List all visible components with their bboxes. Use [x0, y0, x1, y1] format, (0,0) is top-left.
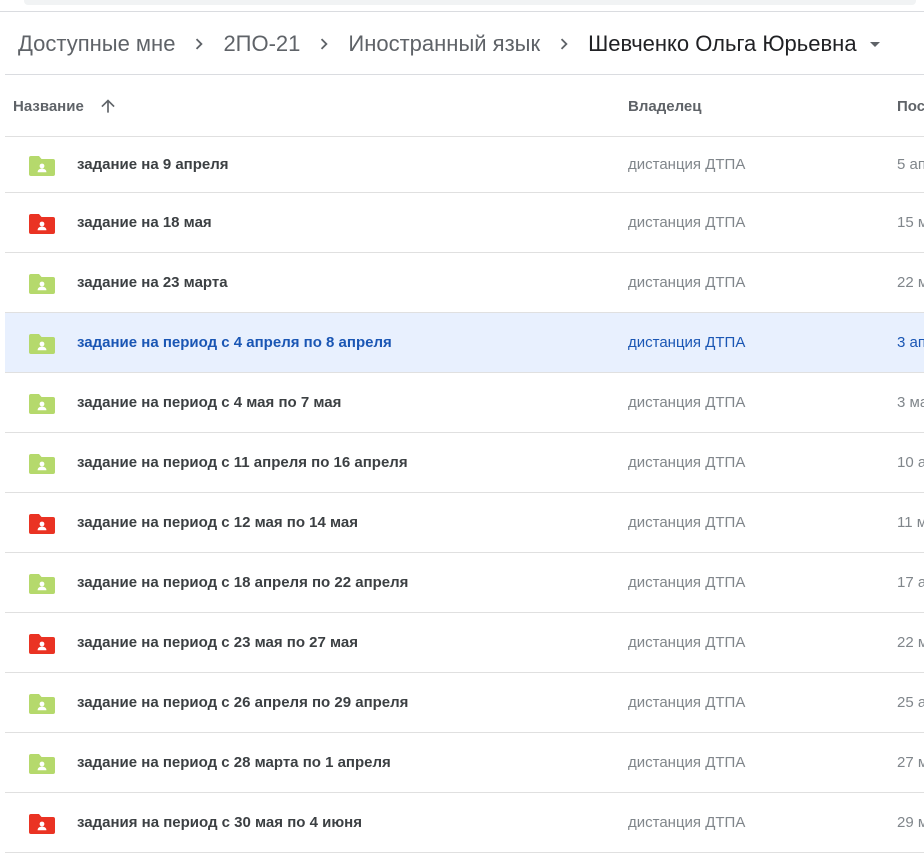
shared-folder-icon: [29, 753, 55, 774]
shared-folder-icon: [29, 573, 55, 594]
column-header-name-label: Название: [13, 97, 84, 115]
file-modified-date: 3 ма: [897, 394, 924, 411]
file-owner: дистанция ДТПА: [628, 754, 746, 771]
breadcrumb-item-shared-with-me[interactable]: Доступные мне: [18, 27, 175, 61]
shared-folder-icon: [29, 513, 55, 534]
shared-folder-icon: [29, 333, 55, 354]
column-header-modified[interactable]: Пос: [897, 75, 924, 137]
shared-folder-icon: [29, 273, 55, 294]
file-modified-date: 10 а: [897, 454, 924, 471]
file-modified-date: 29 м: [897, 814, 924, 831]
file-modified-date: 15 м: [897, 214, 924, 231]
table-row[interactable]: задание на период с 11 апреля по 16 апре…: [5, 433, 924, 493]
file-modified-date: 17 а: [897, 574, 924, 591]
file-name[interactable]: задание на период с 18 апреля по 22 апре…: [77, 553, 408, 612]
file-modified-date: 11 м: [897, 514, 924, 531]
file-owner: дистанция ДТПА: [628, 334, 746, 351]
top-search-strip: [0, 0, 924, 12]
file-owner: дистанция ДТПА: [628, 634, 746, 651]
table-row[interactable]: задание на период с 26 апреля по 29 апре…: [5, 673, 924, 733]
table-row[interactable]: задания на период с 30 мая по 4 июня дист…: [5, 793, 924, 853]
breadcrumb-item-group[interactable]: 2ПО-21: [223, 27, 300, 61]
shared-folder-icon: [29, 155, 55, 176]
table-row[interactable]: задание на 23 марта дистанция ДТПА 22 м: [5, 253, 924, 313]
file-owner: дистанция ДТПА: [628, 214, 746, 231]
file-name[interactable]: задание на период с 26 апреля по 29 апре…: [77, 673, 408, 732]
file-modified-date: 22 м: [897, 634, 924, 651]
file-modified-date: 27 м: [897, 754, 924, 771]
file-modified-date: 5 ап: [897, 156, 924, 173]
file-name[interactable]: задания на период с 30 мая по 4 июня: [77, 793, 362, 852]
file-owner: дистанция ДТПА: [628, 274, 746, 291]
column-header-name[interactable]: Название: [13, 75, 118, 137]
shared-folder-icon: [29, 213, 55, 234]
column-header-owner[interactable]: Владелец: [628, 75, 701, 137]
file-list: задание на 9 апреля дистанция ДТПА 5 ап зад…: [5, 137, 924, 853]
file-name[interactable]: задание на период с 11 апреля по 16 апре…: [77, 433, 408, 492]
file-name[interactable]: задание на 23 марта: [77, 253, 228, 312]
file-name[interactable]: задание на период с 23 мая по 27 мая: [77, 613, 358, 672]
breadcrumb-item-current-folder[interactable]: Шевченко Ольга Юрьевна: [588, 27, 856, 61]
table-row[interactable]: задание на период с 4 мая по 7 мая дистан…: [5, 373, 924, 433]
file-name[interactable]: задание на 9 апреля: [77, 137, 229, 192]
chevron-right-icon: [300, 32, 348, 56]
file-name[interactable]: задание на 18 мая: [77, 193, 212, 252]
file-name[interactable]: задание на период с 12 мая по 14 мая: [77, 493, 358, 552]
table-row[interactable]: задание на период с 18 апреля по 22 апре…: [5, 553, 924, 613]
shared-folder-icon: [29, 393, 55, 414]
file-owner: дистанция ДТПА: [628, 454, 746, 471]
file-owner: дистанция ДТПА: [628, 694, 746, 711]
table-row[interactable]: задание на 9 апреля дистанция ДТПА 5 ап: [5, 137, 924, 193]
shared-folder-icon: [29, 693, 55, 714]
table-row[interactable]: задание на период с 28 марта по 1 апреля…: [5, 733, 924, 793]
arrow-up-icon[interactable]: [98, 96, 118, 116]
breadcrumb-item-subject[interactable]: Иностранный язык: [348, 27, 540, 61]
shared-folder-icon: [29, 813, 55, 834]
chevron-right-icon: [175, 32, 223, 56]
shared-folder-icon: [29, 633, 55, 654]
file-owner: дистанция ДТПА: [628, 574, 746, 591]
breadcrumb: Доступные мне 2ПО-21 Иностранный язык Ше…: [0, 14, 924, 74]
table-row[interactable]: задание на период с 4 апреля по 8 апреля…: [5, 313, 924, 373]
table-row[interactable]: задание на период с 12 мая по 14 мая дист…: [5, 493, 924, 553]
file-name[interactable]: задание на период с 4 мая по 7 мая: [77, 373, 341, 432]
file-name[interactable]: задание на период с 28 марта по 1 апреля: [77, 733, 391, 792]
file-list-header: Название Владелец Пос: [5, 75, 924, 137]
chevron-right-icon: [540, 32, 588, 56]
shared-folder-icon: [29, 453, 55, 474]
file-modified-date: 22 м: [897, 274, 924, 291]
file-name[interactable]: задание на период с 4 апреля по 8 апреля: [77, 313, 392, 372]
search-bar-edge[interactable]: [24, 0, 916, 5]
file-modified-date: 25 а: [897, 694, 924, 711]
table-row[interactable]: задание на период с 23 мая по 27 мая дист…: [5, 613, 924, 673]
file-owner: дистанция ДТПА: [628, 394, 746, 411]
dropdown-arrow-icon[interactable]: [857, 32, 893, 56]
table-row[interactable]: задание на 18 мая дистанция ДТПА 15 м: [5, 193, 924, 253]
file-modified-date: 3 ап: [897, 334, 924, 351]
file-owner: дистанция ДТПА: [628, 156, 746, 173]
file-owner: дистанция ДТПА: [628, 814, 746, 831]
file-owner: дистанция ДТПА: [628, 514, 746, 531]
